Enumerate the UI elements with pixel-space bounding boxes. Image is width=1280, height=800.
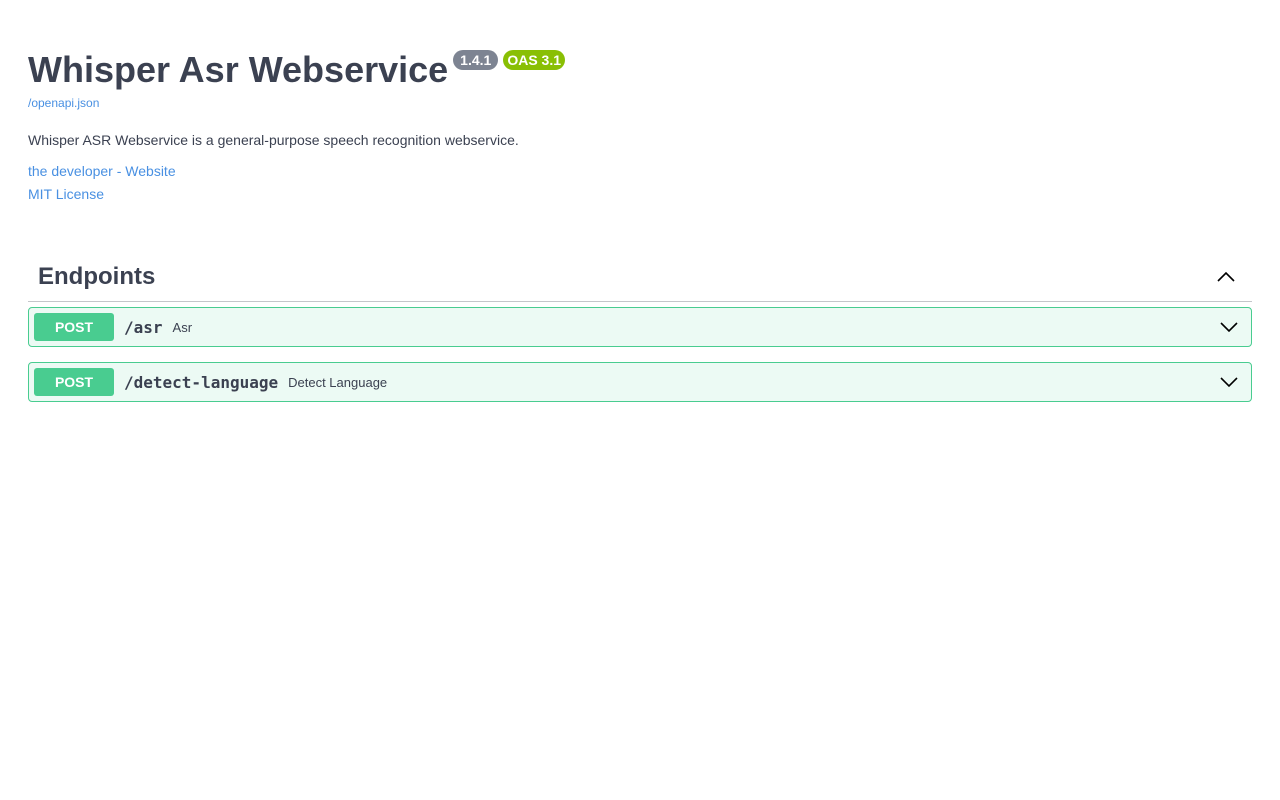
method-badge: POST	[34, 313, 114, 341]
endpoints-section-header[interactable]: Endpoints	[28, 252, 1252, 302]
operation-summary: Detect Language	[288, 374, 388, 390]
openapi-spec-link[interactable]: /openapi.json	[28, 96, 1252, 110]
operation-path: /detect-language	[124, 372, 279, 392]
operation-post-asr[interactable]: POST /asr Asr	[28, 307, 1252, 347]
operation-post-detect-language[interactable]: POST /detect-language Detect Language	[28, 362, 1252, 402]
section-title: Endpoints	[38, 262, 156, 290]
developer-website-link[interactable]: the developer - Website	[28, 162, 1252, 180]
method-badge: POST	[34, 368, 114, 396]
api-info: Whisper Asr Webservice 1.4.1 OAS 3.1 /op…	[28, 48, 1252, 203]
oas-badge: OAS 3.1	[503, 50, 566, 70]
version-badge: 1.4.1	[453, 50, 499, 70]
operation-summary: Asr	[172, 319, 193, 335]
endpoints-section: Endpoints POST /asr Asr POST /detect-lan…	[28, 252, 1252, 402]
title-row: Whisper Asr Webservice 1.4.1 OAS 3.1	[28, 48, 1252, 92]
chevron-up-icon[interactable]	[1216, 267, 1236, 287]
page-title: Whisper Asr Webservice	[28, 49, 449, 90]
license-link[interactable]: MIT License	[28, 185, 1252, 203]
api-description: Whisper ASR Webservice is a general-purp…	[28, 132, 519, 148]
chevron-down-icon[interactable]	[1219, 317, 1239, 337]
chevron-down-icon[interactable]	[1219, 372, 1239, 392]
operation-path: /asr	[124, 317, 163, 337]
